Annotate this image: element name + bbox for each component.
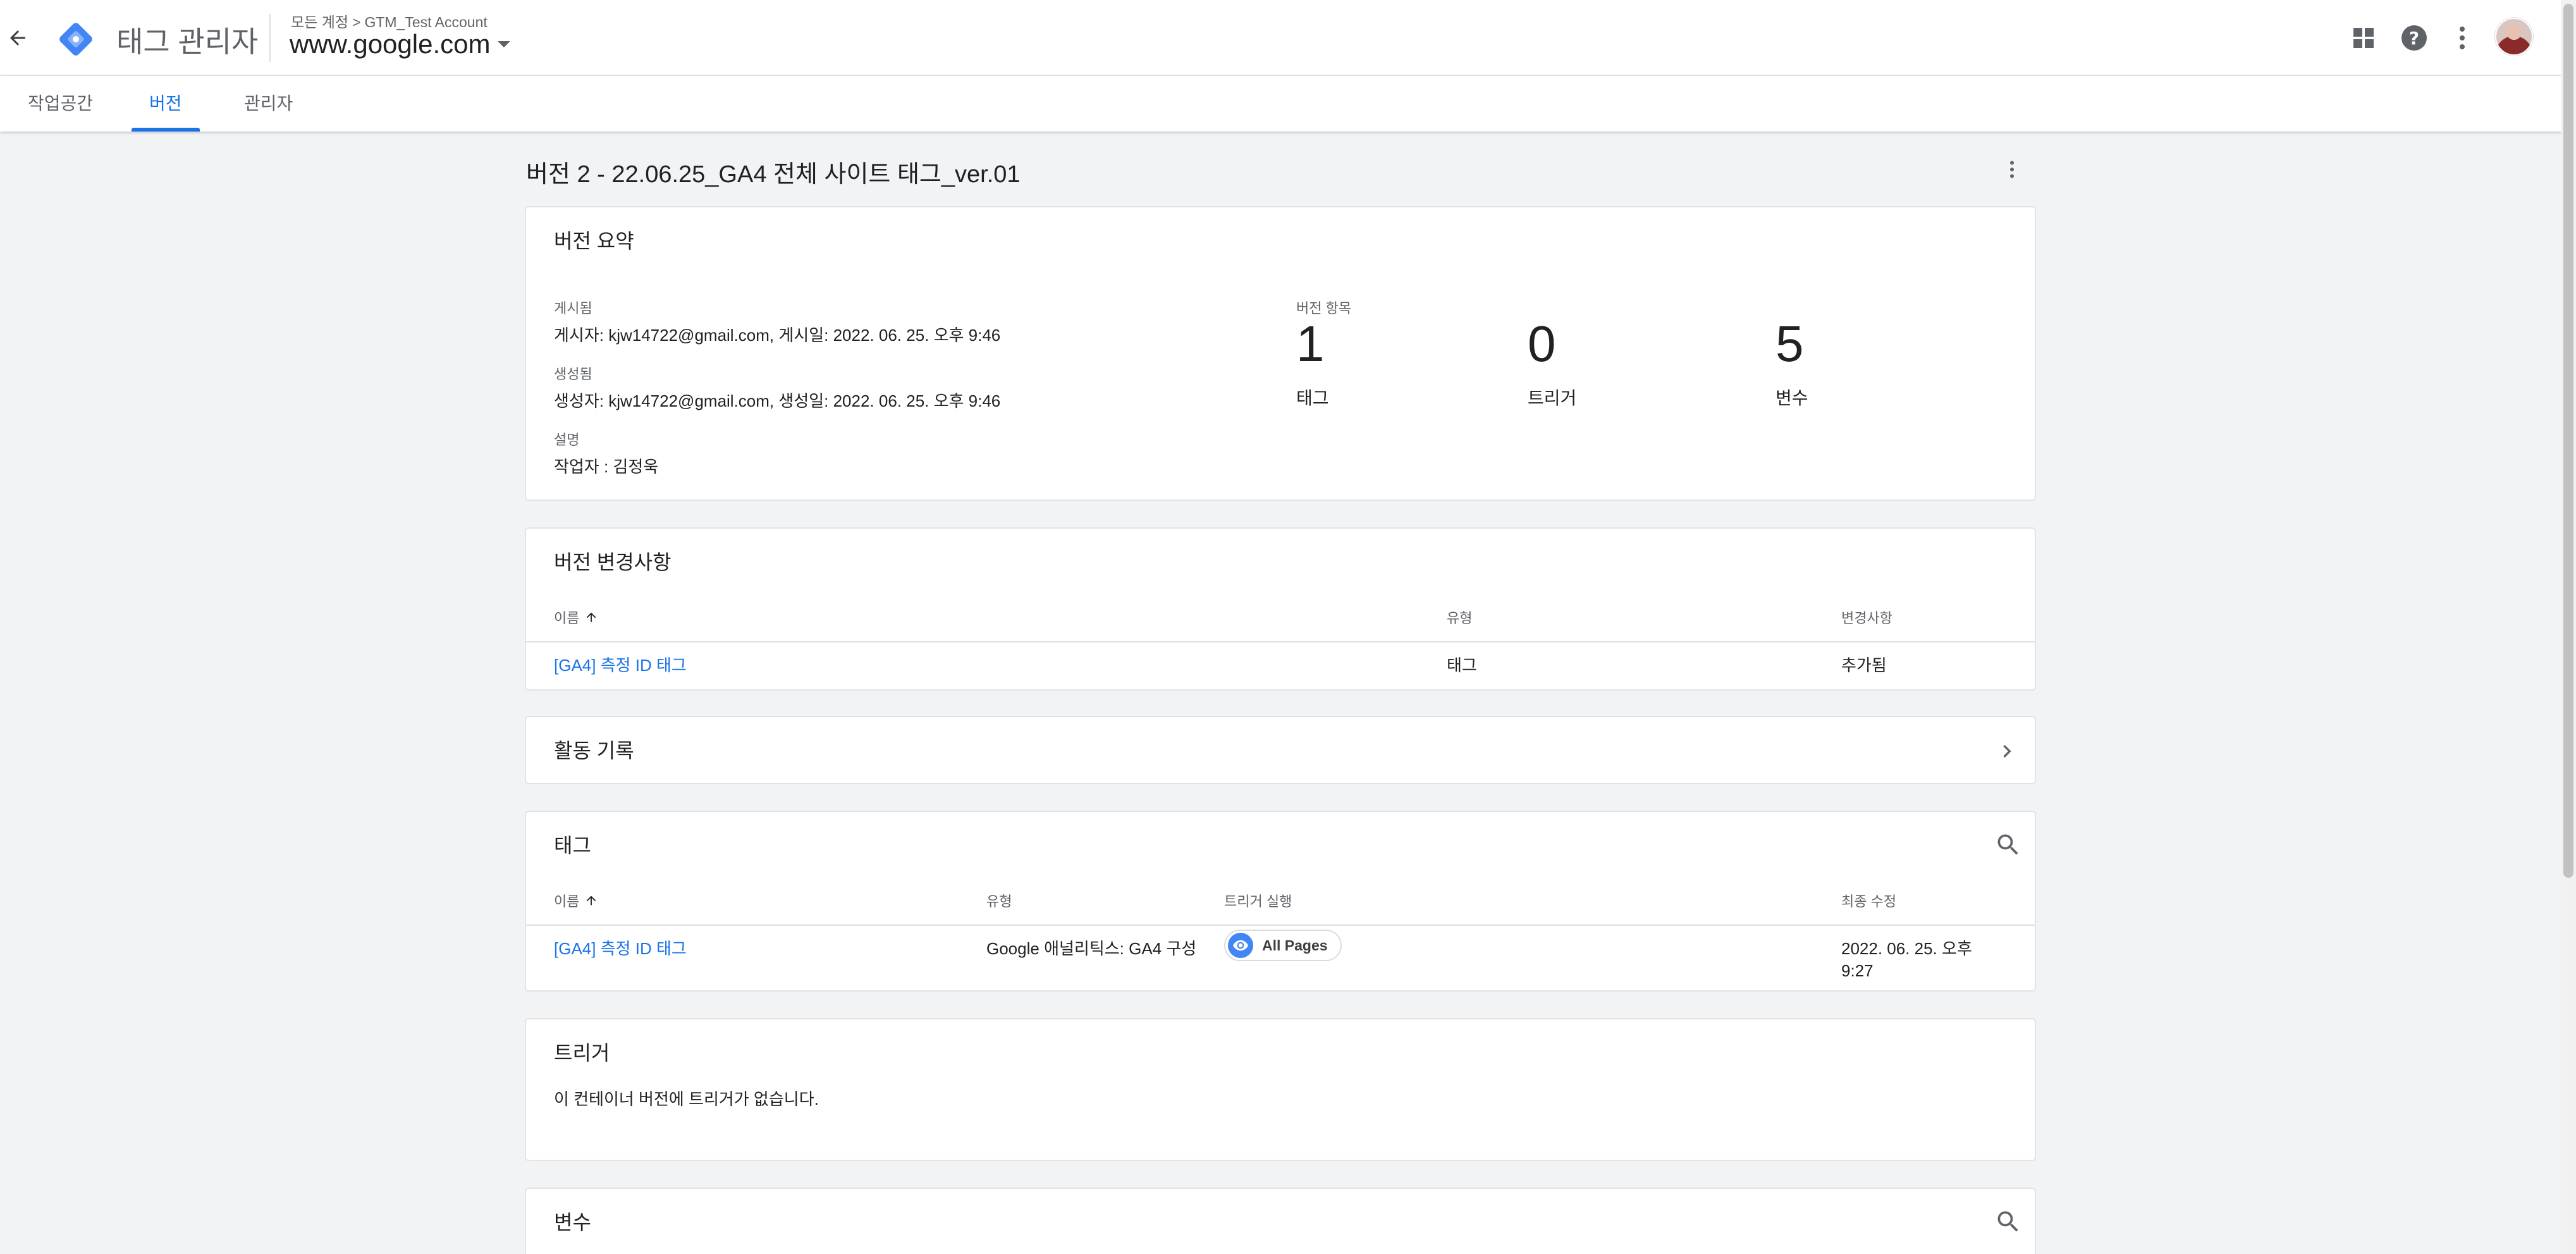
tags-card: 태그 이름 유형 트리거 실행 최종 수정 [GA4] 측정 ID 태그 Goo…: [525, 811, 2036, 992]
help-icon[interactable]: ?: [2399, 23, 2429, 53]
trigger-count-label: 트리거: [1528, 388, 1577, 408]
table-divider: [526, 641, 2035, 642]
tags-search-icon[interactable]: [1994, 831, 2022, 859]
changes-row-change: 추가됨: [1841, 656, 1887, 675]
page-title: 버전 2 - 22.06.25_GA4 전체 사이트 태그_ver.01: [526, 161, 1021, 188]
tags-col-name-label: 이름: [554, 894, 580, 909]
changes-col-name[interactable]: 이름: [554, 607, 598, 627]
tab-admin[interactable]: 관리자: [244, 90, 293, 115]
summary-title: 버전 요약: [554, 230, 634, 252]
dropdown-caret-icon: [498, 41, 511, 47]
triggers-card: 트리거 이 컨테이너 버전에 트리거가 없습니다.: [525, 1018, 2036, 1161]
avatar[interactable]: [2495, 18, 2533, 56]
tags-col-name[interactable]: 이름: [554, 890, 598, 911]
apps-grid-icon[interactable]: [2348, 23, 2379, 53]
triggers-title: 트리거: [554, 1042, 610, 1064]
top-app-bar: 태그 관리자 모든 계정 > GTM_Test Account www.google…: [0, 0, 2576, 76]
eye-icon: [1228, 933, 1253, 958]
breadcrumb: 모든 계정 > GTM_Test Account: [291, 10, 488, 32]
more-vert-icon[interactable]: [2447, 23, 2477, 53]
breadcrumb-all-accounts[interactable]: 모든 계정: [291, 14, 348, 30]
tag-row-name-link[interactable]: [GA4] 측정 ID 태그: [554, 936, 687, 959]
created-label: 생성됨: [554, 366, 592, 382]
published-label: 게시됨: [554, 300, 592, 316]
tag-row-modified-time: 9:27: [1841, 961, 1874, 980]
tag-count: 1: [1296, 316, 1325, 372]
tags-col-triggers: 트리거 실행: [1224, 894, 1292, 909]
chevron-right-icon: [2003, 745, 2011, 758]
sort-ascending-icon: [587, 612, 596, 622]
description-label: 설명: [554, 432, 580, 448]
tab-workspace[interactable]: 작업공간: [28, 90, 93, 115]
changes-title: 버전 변경사항: [554, 551, 672, 574]
container-selector[interactable]: www.google.com: [290, 29, 511, 59]
variable-count-label: 변수: [1776, 388, 1808, 408]
created-value: 생성자: kjw14722@gmail.com, 생성일: 2022. 06. …: [554, 391, 1001, 410]
trigger-chip-label: All Pages: [1262, 937, 1328, 954]
variables-title: 변수: [554, 1211, 591, 1234]
trigger-count: 0: [1528, 316, 1556, 372]
changes-col-name-label: 이름: [554, 610, 580, 626]
activity-title: 활동 기록: [554, 739, 634, 762]
tag-row-type: Google 애널리틱스: GA4 구성: [986, 939, 1197, 958]
published-value: 게시자: kjw14722@gmail.com, 게시일: 2022. 06. …: [554, 326, 1001, 345]
scrollbar-thumb[interactable]: [2563, 4, 2573, 878]
variable-count: 5: [1776, 316, 1804, 372]
trigger-chip-all-pages[interactable]: All Pages: [1224, 930, 1342, 961]
table-divider: [526, 925, 2035, 926]
changes-row-type: 태그: [1447, 656, 1477, 675]
version-summary-card: 버전 요약 게시됨 게시자: kjw14722@gmail.com, 게시일: …: [525, 206, 2036, 501]
container-name: www.google.com: [290, 29, 491, 59]
tab-bar: 작업공간 버전 관리자: [0, 76, 2576, 132]
tags-col-modified: 최종 수정: [1841, 894, 1897, 909]
product-name: 태그 관리자: [116, 25, 259, 58]
variables-search-icon[interactable]: [1994, 1208, 2022, 1236]
svg-text:?: ?: [2409, 28, 2419, 49]
back-arrow-icon[interactable]: [6, 27, 29, 49]
breadcrumb-account[interactable]: GTM_Test Account: [364, 14, 487, 30]
tab-versions[interactable]: 버전: [149, 90, 182, 115]
tags-title: 태그: [554, 834, 591, 857]
activity-history-card[interactable]: 활동 기록: [525, 716, 2036, 784]
tag-count-label: 태그: [1296, 388, 1329, 408]
changes-col-change: 변경사항: [1841, 610, 1892, 626]
version-changes-card: 버전 변경사항 이름 유형 변경사항 [GA4] 측정 ID 태그 태그 추가됨: [525, 527, 2036, 691]
breadcrumb-separator: >: [352, 14, 361, 30]
sort-ascending-icon: [587, 895, 596, 906]
active-tab-indicator: [132, 128, 200, 132]
version-more-icon[interactable]: [2001, 158, 2023, 181]
tag-row-modified-date: 2022. 06. 25. 오후: [1841, 939, 1972, 958]
triggers-empty-text: 이 컨테이너 버전에 트리거가 없습니다.: [554, 1090, 819, 1109]
tags-col-type: 유형: [986, 894, 1012, 909]
header-divider: [269, 14, 271, 62]
tag-manager-logo-icon: [59, 23, 92, 56]
changes-col-type: 유형: [1447, 610, 1473, 626]
changes-row-name-link[interactable]: [GA4] 측정 ID 태그: [554, 653, 687, 676]
description-value: 작업자 : 김정욱: [554, 457, 659, 476]
variables-card: 변수: [525, 1188, 2036, 1254]
